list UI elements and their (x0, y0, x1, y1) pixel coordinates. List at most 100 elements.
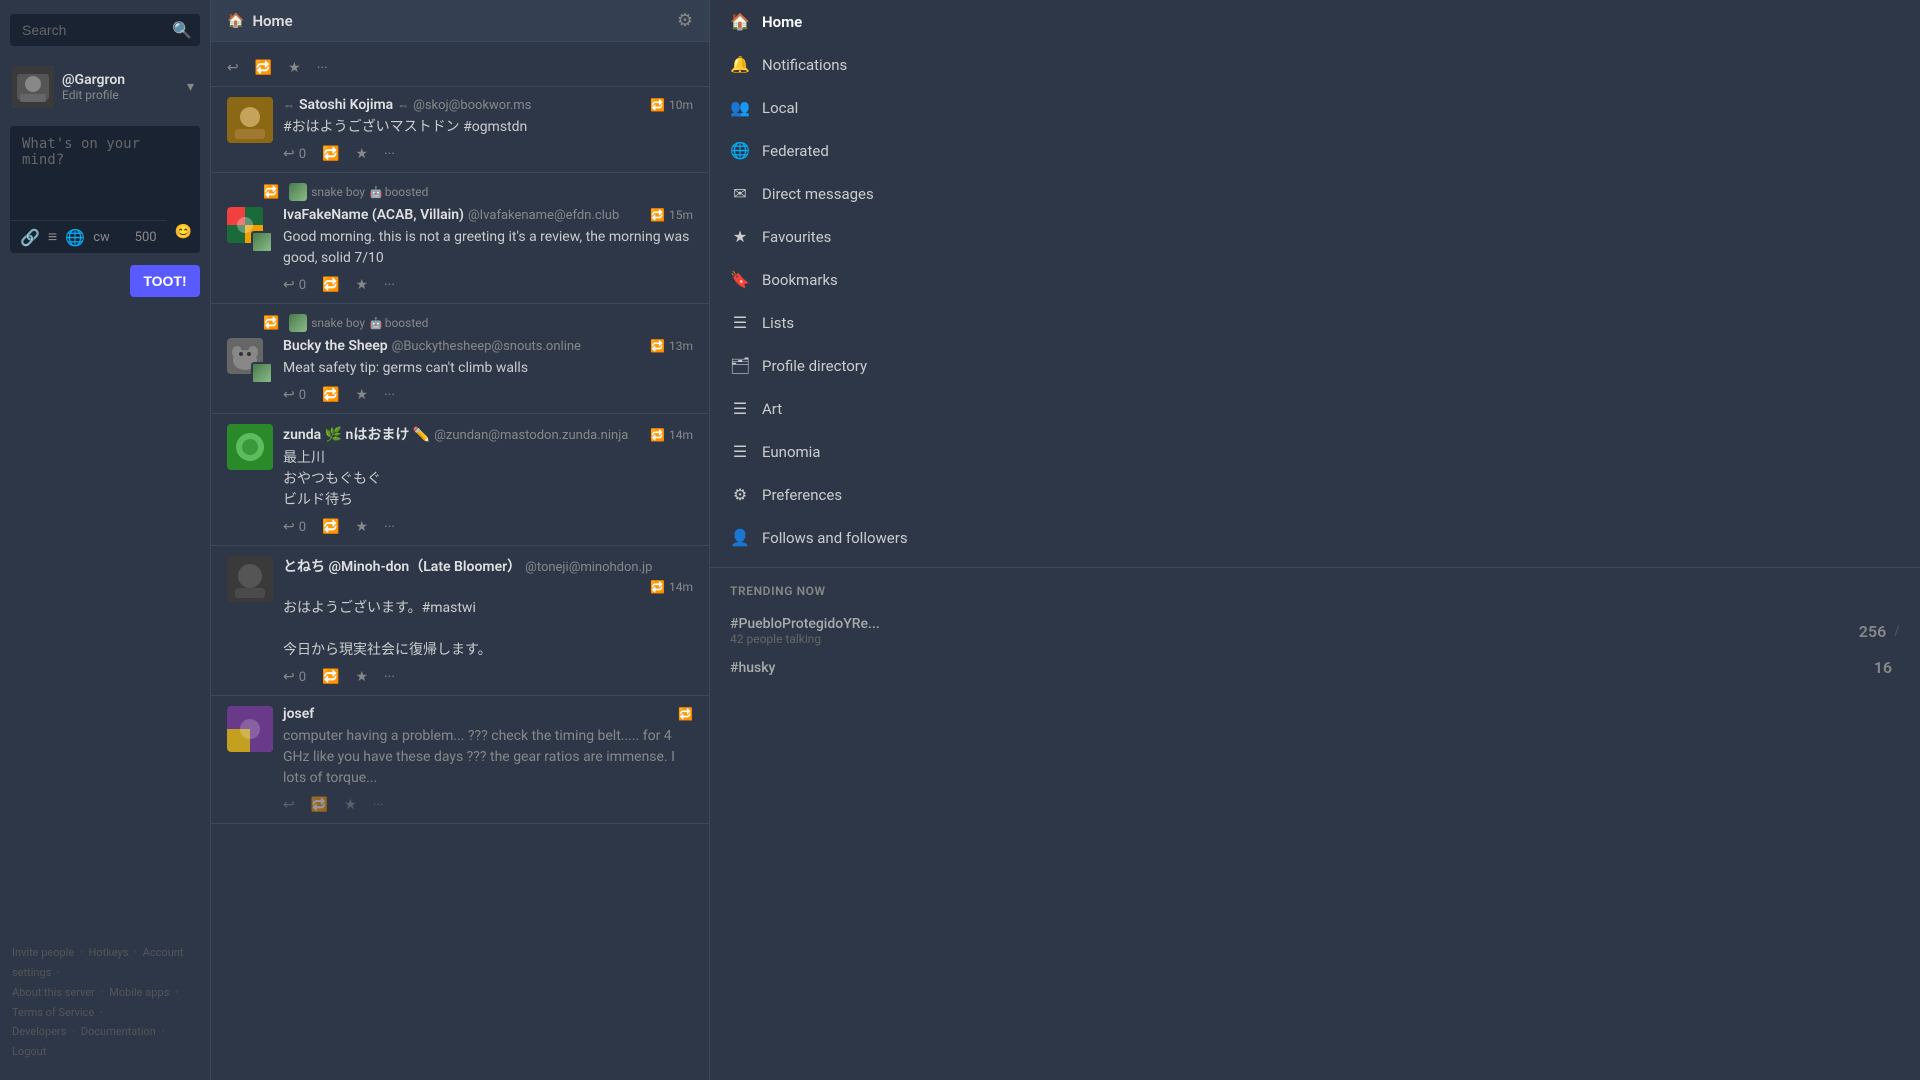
reply-action[interactable]: ↩ 0 (283, 277, 306, 293)
reply-action[interactable]: ↩ 0 (283, 669, 306, 685)
boost-action[interactable]: 🔁 (322, 519, 339, 535)
trending-item[interactable]: #PuebloProtegidoYRe... 42 people talking… (730, 610, 1900, 652)
boost-action[interactable]: 🔁 (255, 60, 272, 76)
nav-item-profile-directory[interactable]: 🗂 Profile directory (710, 344, 1920, 387)
post-author[interactable]: IvaFakeName (ACAB, Villain) (283, 207, 464, 223)
nav-item-follows-followers[interactable]: 👤 Follows and followers (710, 516, 1920, 559)
sidebar-footer: Invite people · Hotkeys · Account settin… (0, 933, 210, 1072)
poll-button[interactable]: ≡ (48, 227, 57, 247)
more-action[interactable]: ··· (384, 519, 395, 535)
post-author[interactable]: Bucky the Sheep (283, 338, 388, 354)
cw-button[interactable]: cw (93, 230, 110, 245)
globe-button[interactable]: 🌐 (65, 228, 85, 247)
feed-settings-button[interactable]: ⚙ (677, 10, 693, 31)
developers-link[interactable]: Developers (12, 1025, 66, 1038)
documentation-link[interactable]: Documentation (81, 1025, 156, 1038)
nav-item-bookmarks[interactable]: 🔖 Bookmarks (710, 258, 1920, 301)
nav-item-preferences[interactable]: ⚙ Preferences (710, 473, 1920, 516)
fav-action[interactable]: ★ (355, 146, 368, 162)
logout-link[interactable]: Logout (12, 1045, 46, 1058)
post-avatar[interactable] (227, 97, 273, 143)
boost-action[interactable]: 🔁 (311, 797, 328, 813)
table-row: 🔁 snake boy 🤖 boosted (211, 173, 709, 304)
emoji-button[interactable]: 😊 (167, 220, 200, 244)
nav-label-lists: Lists (762, 314, 1900, 332)
reply-icon: ↩ (283, 797, 295, 813)
more-icon: ··· (384, 669, 395, 685)
avatar[interactable] (12, 66, 54, 108)
post-header: zunda 🌿 nはおまけ ✏️ @zundan@mastodon.zunda.… (283, 424, 693, 444)
trending-info: #PuebloProtegidoYRe... 42 people talking (730, 616, 1859, 646)
reply-action[interactable]: ↩ (283, 797, 295, 813)
nav-item-local[interactable]: 👥 Local (710, 86, 1920, 129)
toot-button[interactable]: TOOT! (130, 265, 200, 297)
boost-action[interactable]: 🔁 (322, 669, 339, 685)
star-icon: ★ (355, 387, 368, 403)
account-dropdown-button[interactable]: ▾ (183, 75, 198, 99)
fav-action[interactable]: ★ (355, 277, 368, 293)
nav-item-art[interactable]: ☰ Art (710, 387, 1920, 430)
left-sidebar: 🔍 @Gargron Edit profile ▾ 😊 🔗 ≡ (0, 0, 210, 1080)
reply-action[interactable]: ↩ 0 (283, 146, 306, 162)
post-avatar[interactable] (227, 556, 273, 602)
more-action[interactable]: ··· (317, 60, 328, 76)
fav-action[interactable]: ★ (288, 60, 301, 76)
post-time: 🔁 13m (650, 339, 693, 353)
feed-title: Home (252, 12, 676, 30)
more-icon: ··· (384, 387, 395, 403)
post-header: とねち @Minoh-don（Late Bloomer） @toneji@min… (283, 556, 693, 594)
post-body: ⇔ Satoshi Kojima ⇔ @skoj@bookwor.ms 🔁 10… (283, 97, 693, 162)
nav-item-home[interactable]: 🏠 Home (710, 0, 1920, 43)
post-header: IvaFakeName (ACAB, Villain) @Ivafakename… (283, 207, 693, 223)
fav-action[interactable]: ★ (355, 387, 368, 403)
more-action[interactable]: ··· (384, 146, 395, 162)
about-server-link[interactable]: About this server (12, 986, 95, 999)
reply-action[interactable]: ↩ (227, 60, 239, 76)
post-avatar[interactable] (227, 424, 273, 470)
post-avatar[interactable] (227, 706, 273, 752)
nav-item-notifications[interactable]: 🔔 Notifications (710, 43, 1920, 86)
trending-item[interactable]: #husky 16 (730, 652, 1900, 683)
table-row: とねち @Minoh-don（Late Bloomer） @toneji@min… (211, 546, 709, 696)
booster-name: snake boy (311, 185, 365, 199)
post-author[interactable]: zunda 🌿 nはおまけ ✏️ (283, 424, 430, 444)
post-text: Meat safety tip: germs can't climb walls (283, 358, 693, 379)
nav-item-federated[interactable]: 🌐 Federated (710, 129, 1920, 172)
mobile-apps-link[interactable]: Mobile apps (109, 986, 169, 999)
account-edit-label[interactable]: Edit profile (62, 88, 183, 102)
nav-item-lists[interactable]: ☰ Lists (710, 301, 1920, 344)
post-avatar[interactable] (227, 338, 273, 384)
hotkeys-link[interactable]: Hotkeys (89, 946, 129, 959)
nav-item-favourites[interactable]: ★ Favourites (710, 215, 1920, 258)
nav-item-eunomia[interactable]: ☰ Eunomia (710, 430, 1920, 473)
compose-textarea[interactable] (10, 126, 200, 216)
post-avatar[interactable] (227, 207, 273, 253)
post-author[interactable]: Satoshi Kojima (299, 97, 393, 113)
time-icon: 🔁 (678, 707, 693, 721)
post-author[interactable]: josef (283, 706, 314, 722)
reply-action[interactable]: ↩ 0 (283, 519, 306, 535)
fav-action[interactable]: ★ (344, 797, 357, 813)
terms-link[interactable]: Terms of Service (12, 1006, 94, 1019)
star-icon: ★ (344, 797, 357, 813)
post-content: とねち @Minoh-don（Late Bloomer） @toneji@min… (227, 556, 693, 685)
local-nav-icon: 👥 (730, 98, 750, 117)
fav-action[interactable]: ★ (355, 669, 368, 685)
post-header: Bucky the Sheep @Buckythesheep@snouts.on… (283, 338, 693, 354)
boost-action[interactable]: 🔁 (322, 146, 339, 162)
more-action[interactable]: ··· (373, 797, 384, 813)
invite-people-link[interactable]: Invite people (12, 946, 74, 959)
reply-icon: ↩ (283, 387, 295, 403)
boost-action[interactable]: 🔁 (322, 277, 339, 293)
attach-button[interactable]: 🔗 (20, 228, 40, 247)
nav-item-direct-messages[interactable]: ✉ Direct messages (710, 172, 1920, 215)
post-actions: ↩ 0 🔁 ★ ··· (283, 277, 693, 293)
more-action[interactable]: ··· (384, 277, 395, 293)
reply-action[interactable]: ↩ 0 (283, 387, 306, 403)
trending-info: #husky (730, 660, 1874, 676)
post-author[interactable]: とねち @Minoh-don（Late Bloomer） (283, 556, 521, 576)
more-action[interactable]: ··· (384, 669, 395, 685)
more-action[interactable]: ··· (384, 387, 395, 403)
boost-action[interactable]: 🔁 (322, 387, 339, 403)
fav-action[interactable]: ★ (355, 519, 368, 535)
